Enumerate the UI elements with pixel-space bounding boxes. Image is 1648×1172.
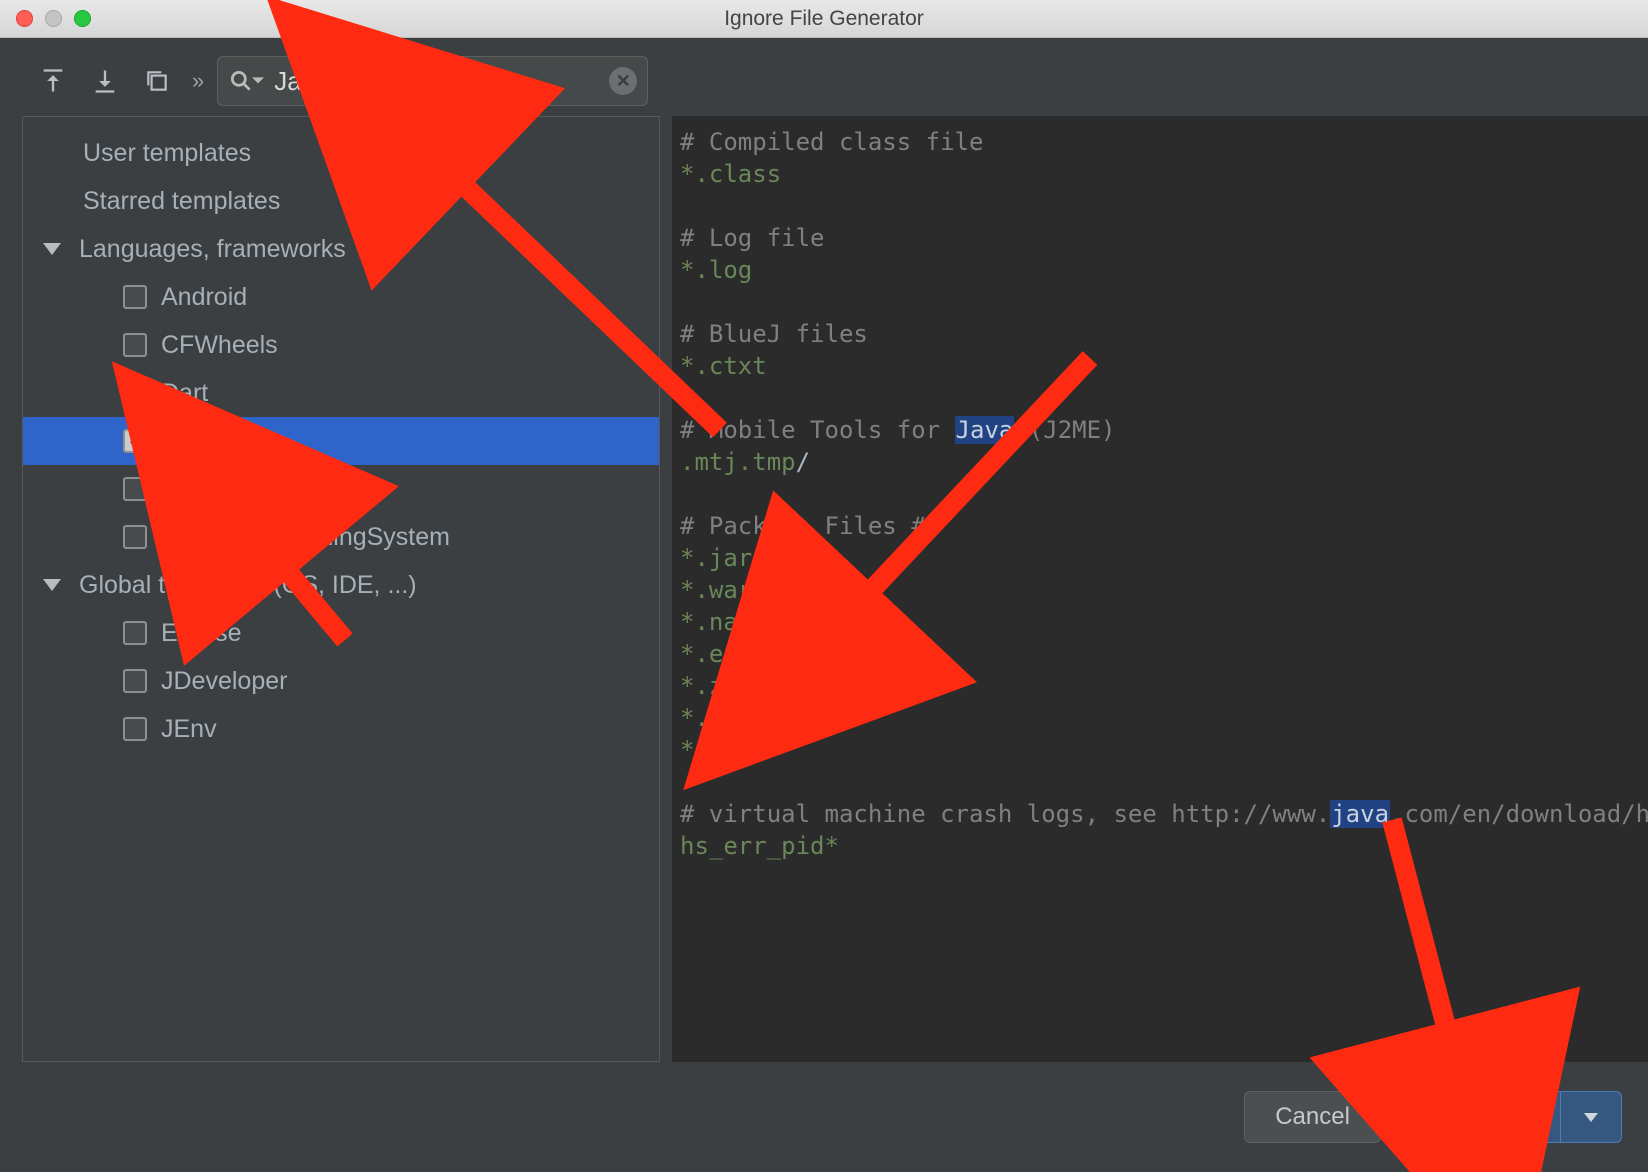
tree-category-label: Global templates (OS, IDE, ...) xyxy=(79,571,417,600)
window-title: Ignore File Generator xyxy=(0,7,1648,31)
editor-line: # Mobile Tools for Java (J2ME) xyxy=(680,414,1644,446)
checkbox[interactable] xyxy=(123,333,147,357)
preview-editor: # Compiled class file*.class # Log file*… xyxy=(672,116,1648,1062)
tree-item-label: CFWheels xyxy=(161,331,278,360)
tree-category-label: Languages, frameworks xyxy=(79,235,346,264)
checkbox[interactable] xyxy=(123,621,147,645)
search-input[interactable] xyxy=(266,66,609,97)
dialog-footer: Cancel Generate xyxy=(0,1062,1648,1172)
editor-line: hs_err_pid* xyxy=(680,830,1644,862)
search-box[interactable]: ✕ xyxy=(217,56,648,106)
editor-line xyxy=(680,478,1644,510)
editor-line: *.war xyxy=(680,574,1644,606)
editor-line xyxy=(680,766,1644,798)
titlebar: Ignore File Generator xyxy=(0,0,1648,38)
search-icon xyxy=(228,68,254,94)
editor-line xyxy=(680,286,1644,318)
toolbar: » ✕ xyxy=(0,38,1648,116)
tree-item[interactable]: CFWheels xyxy=(23,321,659,369)
chevron-down-icon xyxy=(1584,1113,1598,1122)
collapse-all-icon[interactable] xyxy=(88,64,122,98)
checkbox[interactable] xyxy=(123,717,147,741)
editor-line xyxy=(680,190,1644,222)
editor-line: *.rar xyxy=(680,734,1644,766)
tree-category[interactable]: Languages, frameworks xyxy=(23,225,659,273)
tree-top-item[interactable]: User templates xyxy=(23,129,659,177)
editor-line: # BlueJ files xyxy=(680,318,1644,350)
clear-search-icon[interactable]: ✕ xyxy=(609,67,637,95)
tree-item-label: Eclipse xyxy=(161,619,242,648)
template-tree[interactable]: User templatesStarred templates Languages… xyxy=(22,116,660,1062)
tree-item[interactable]: Kotlin xyxy=(23,465,659,513)
editor-line: *.ear xyxy=(680,638,1644,670)
tree-item[interactable]: Dart xyxy=(23,369,659,417)
expand-triangle-icon xyxy=(43,579,61,591)
expand-triangle-icon xyxy=(43,243,61,255)
tree-item-label: JDeveloper xyxy=(161,667,287,696)
editor-line: # Compiled class file xyxy=(680,126,1644,158)
tree-item-label: MetaProgrammingSystem xyxy=(161,523,450,552)
tree-item[interactable]: ✓ Java xyxy=(23,417,659,465)
checkbox[interactable] xyxy=(123,669,147,693)
tree-item-label: Android xyxy=(161,283,247,312)
editor-line: # Log file xyxy=(680,222,1644,254)
more-icon[interactable]: » xyxy=(192,68,199,94)
generate-button[interactable]: Generate xyxy=(1399,1091,1561,1143)
editor-line: # Package Files # xyxy=(680,510,1644,542)
editor-line: *.jar xyxy=(680,542,1644,574)
tree-item-label: Kotlin xyxy=(161,475,224,504)
tree-item-label: Dart xyxy=(161,379,208,408)
checkbox[interactable]: ✓ xyxy=(123,429,147,453)
checkbox[interactable] xyxy=(123,285,147,309)
editor-line: *.zip xyxy=(680,670,1644,702)
editor-line: *.ctxt xyxy=(680,350,1644,382)
editor-line xyxy=(680,382,1644,414)
checkbox[interactable] xyxy=(123,477,147,501)
tree-item[interactable]: MetaProgrammingSystem xyxy=(23,513,659,561)
tree-item[interactable]: JDeveloper xyxy=(23,657,659,705)
tree-top-item[interactable]: Starred templates xyxy=(23,177,659,225)
checkbox[interactable] xyxy=(123,381,147,405)
editor-line: # virtual machine crash logs, see http:/… xyxy=(680,798,1644,830)
tree-item-label: JEnv xyxy=(161,715,217,744)
tree-item[interactable]: Android xyxy=(23,273,659,321)
layers-icon[interactable] xyxy=(140,64,174,98)
editor-line: *.tar.gz xyxy=(680,702,1644,734)
checkbox[interactable] xyxy=(123,525,147,549)
editor-line: *.nar xyxy=(680,606,1644,638)
tree-item[interactable]: JEnv xyxy=(23,705,659,753)
search-dropdown-icon[interactable] xyxy=(252,75,264,87)
editor-line: *.class xyxy=(680,158,1644,190)
editor-line: .mtj.tmp/ xyxy=(680,446,1644,478)
expand-all-icon[interactable] xyxy=(36,64,70,98)
tree-category[interactable]: Global templates (OS, IDE, ...) xyxy=(23,561,659,609)
cancel-button[interactable]: Cancel xyxy=(1244,1091,1381,1143)
editor-line: *.log xyxy=(680,254,1644,286)
generate-dropdown-button[interactable] xyxy=(1561,1091,1622,1143)
tree-item[interactable]: Eclipse xyxy=(23,609,659,657)
tree-item-label: Java xyxy=(161,427,218,456)
